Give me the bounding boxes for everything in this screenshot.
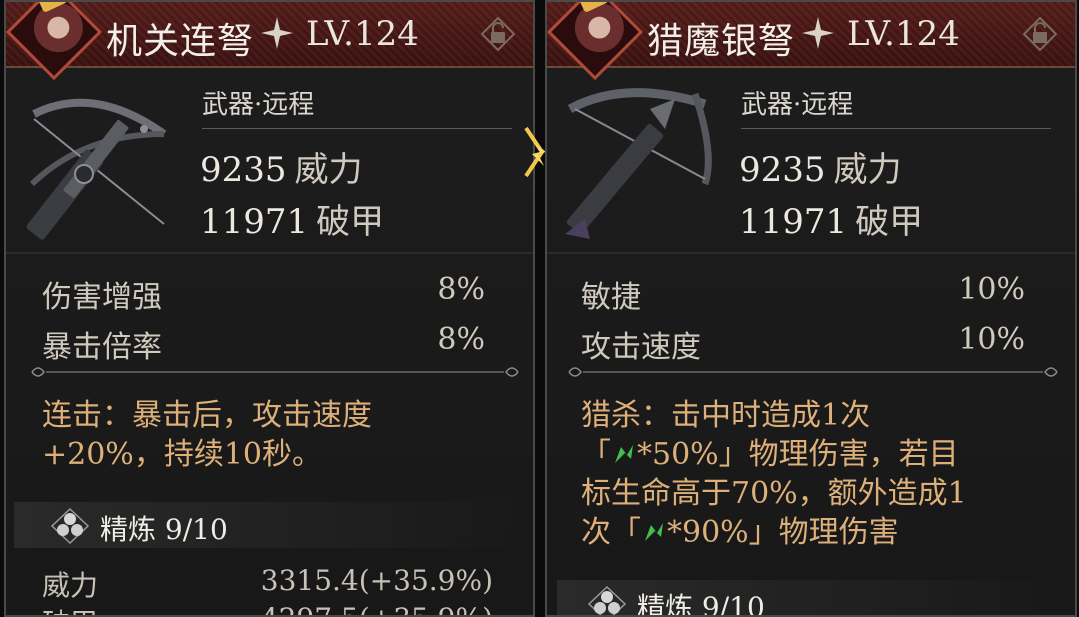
weapon-type: 武器·远程 [202,90,315,120]
sub-stat-label: 威力 [42,569,99,602]
refine-gems-icon [587,586,627,615]
item-level: LV.124 [847,14,960,54]
title-bar: 猎魔银弩 LV.124 [547,2,1075,81]
lock-icon[interactable] [481,17,515,51]
skill-description: 猎杀：击中时造成1次 「*50%」物理伤害，若目 标生命高于70%，额外造成1 … [581,398,967,550]
refine-bar: 精炼 9/10 [14,502,524,548]
ornament-divider [568,367,1058,377]
armor-pen-stat: 11971 破甲 [739,202,924,242]
section-divider [6,252,533,254]
lock-icon[interactable] [1023,17,1057,51]
physical-damage-icon [645,523,663,541]
item-card-left[interactable]: 机关连弩 LV.124 武器·远程 9235 威力 11971 破甲 伤害增强 8%… [4,0,535,617]
attribute-label: 攻击速度 [581,330,701,365]
attribute-value: 10% [958,322,1025,357]
ornament-divider [31,367,519,377]
power-stat: 9235 威力 [739,150,902,190]
attribute-label: 伤害增强 [42,280,162,315]
divider [741,128,1051,129]
skill-description: 连击：暴击后，攻击速度 +20%，持续10秒。 [42,398,372,472]
item-level: LV.124 [306,14,419,54]
sub-stat-value: 3315.4(+35.9%) [260,564,493,597]
sub-stat-value: 4297.5(+35.9%) [261,602,493,615]
refine-level: 精炼 9/10 [637,591,765,617]
attribute-label: 敏捷 [581,280,641,315]
character-portrait-icon [6,2,103,81]
crossbow-icon [565,88,712,239]
refine-bar: 精炼 9/10 [557,580,1067,617]
refine-gems-icon [50,508,90,544]
attribute-value: 10% [958,272,1025,307]
attribute-value: 8% [437,272,485,307]
title-bar: 机关连弩 LV.124 [6,2,533,81]
item-card-right[interactable]: 猎魔银弩 LV.124 武器·远程 9235 威力 11971 破甲 敏捷 10% … [545,0,1077,617]
divider [202,128,512,129]
section-divider [547,252,1075,254]
item-name: 机关连弩 [106,21,255,62]
physical-damage-icon [615,445,633,463]
item-name: 猎魔银弩 [647,21,796,62]
power-stat: 9235 威力 [200,150,363,190]
refine-level: 精炼 9/10 [100,513,228,546]
star-sparkle-icon [261,17,293,49]
attribute-value: 8% [437,322,485,357]
star-sparkle-icon [802,17,834,49]
crossbow-icon [26,98,167,240]
armor-pen-stat: 11971 破甲 [200,202,385,242]
attribute-label: 暴击倍率 [42,330,162,365]
sub-stat-label: 破甲 [42,602,98,615]
character-portrait-icon [547,2,644,81]
weapon-type: 武器·远程 [741,90,854,120]
